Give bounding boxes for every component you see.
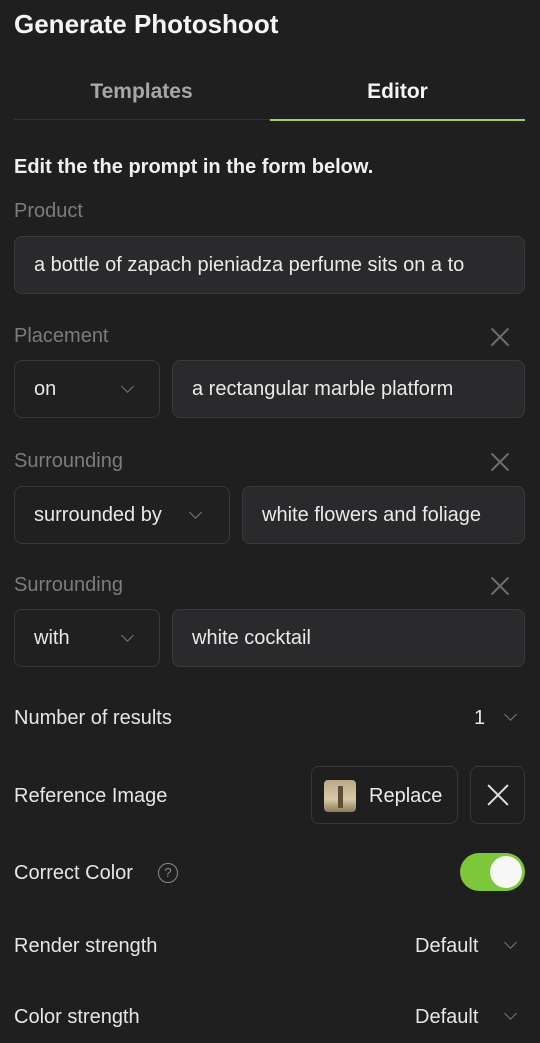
surrounding-preposition-value: surrounded by (34, 504, 162, 526)
chevron-down-icon (504, 1007, 517, 1020)
surrounding-label: Surrounding (14, 450, 123, 472)
render-strength-value: Default (415, 935, 479, 957)
chevron-down-icon (121, 380, 134, 393)
tab-templates[interactable]: Templates (14, 64, 269, 120)
help-icon[interactable]: ? (158, 863, 178, 883)
toggle-knob (490, 856, 522, 888)
render-strength-select[interactable]: Default (410, 928, 525, 964)
replace-image-button[interactable]: Replace (311, 766, 458, 824)
color-strength-value: Default (415, 1006, 479, 1028)
surrounding-label-2: Surrounding (14, 574, 123, 596)
placement-label: Placement (14, 325, 109, 347)
color-strength-select[interactable]: Default (410, 999, 525, 1035)
chevron-down-icon (504, 708, 517, 721)
remove-surrounding-icon[interactable] (490, 452, 510, 472)
remove-image-button[interactable] (470, 766, 525, 824)
surrounding-input-2[interactable]: white cocktail (172, 609, 525, 667)
reference-image-thumbnail (324, 780, 356, 812)
replace-label: Replace (369, 785, 443, 807)
editor-instruction: Edit the the prompt in the form below. (14, 156, 374, 178)
surrounding-input[interactable]: white flowers and foliage (242, 486, 525, 544)
reference-image-label: Reference Image (14, 785, 168, 807)
color-strength-label: Color strength (14, 1006, 140, 1028)
chevron-down-icon (504, 936, 517, 949)
tab-editor[interactable]: Editor (270, 64, 525, 121)
placement-input[interactable]: a rectangular marble platform (172, 360, 525, 418)
correct-color-toggle[interactable] (460, 853, 525, 891)
num-results-value: 1 (474, 707, 486, 729)
tab-bar: Templates Editor (14, 64, 525, 121)
page-title: Generate Photoshoot (14, 9, 279, 39)
surrounding-preposition-select-2[interactable]: with (14, 609, 160, 667)
remove-placement-icon[interactable] (490, 327, 510, 347)
render-strength-label: Render strength (14, 935, 158, 957)
chevron-down-icon (121, 629, 134, 642)
surrounding-preposition-value-2: with (34, 627, 70, 649)
correct-color-label: Correct Color (14, 862, 133, 884)
chevron-down-icon (189, 506, 202, 519)
product-input[interactable]: a bottle of zapach pieniadza perfume sit… (14, 236, 525, 294)
num-results-select[interactable]: 1 (468, 700, 525, 736)
product-label: Product (14, 200, 83, 222)
surrounding-preposition-select[interactable]: surrounded by (14, 486, 230, 544)
num-results-label: Number of results (14, 707, 172, 729)
remove-surrounding-icon[interactable] (490, 576, 510, 596)
placement-preposition-value: on (34, 378, 57, 400)
placement-preposition-select[interactable]: on (14, 360, 160, 418)
